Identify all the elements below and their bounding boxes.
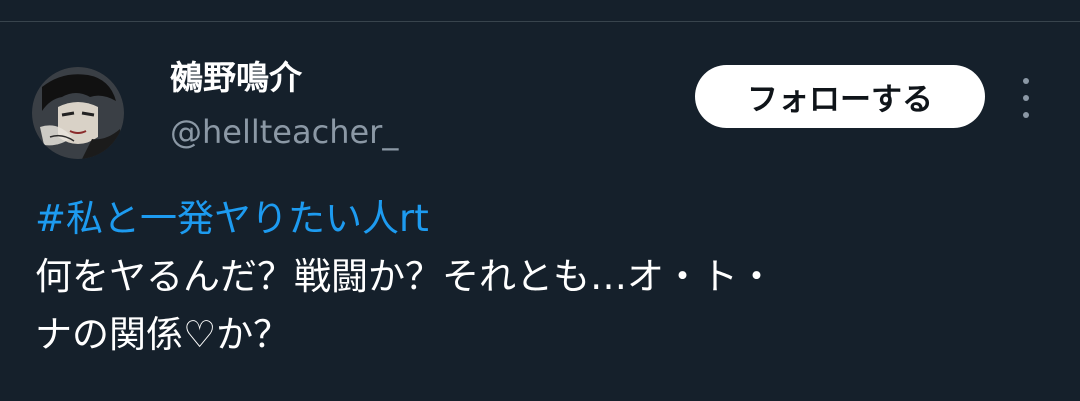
top-divider — [0, 21, 1080, 22]
hashtag-link[interactable]: #私と一発ヤりたい人rt — [35, 190, 1045, 248]
tweet-body-line: 何をヤるんだ？戦闘か？それとも…オ・ト・ — [35, 255, 775, 298]
more-options-button[interactable] — [1012, 78, 1040, 118]
avatar-image — [32, 67, 124, 159]
follow-button[interactable]: フォローする — [695, 65, 985, 128]
more-vertical-icon — [1023, 95, 1029, 101]
author-avatar[interactable] — [32, 67, 124, 159]
more-vertical-icon — [1023, 112, 1029, 118]
author-handle[interactable]: @hellteacher_ — [170, 110, 398, 154]
tweet-body-line: ナの関係♡か？ — [35, 313, 291, 356]
more-vertical-icon — [1023, 78, 1029, 84]
tweet-text: #私と一発ヤりたい人rt 何をヤるんだ？戦闘か？それとも…オ・ト・ ナの関係♡か… — [35, 190, 1045, 364]
author-display-name[interactable]: 鵺野鳴介 — [170, 56, 302, 100]
